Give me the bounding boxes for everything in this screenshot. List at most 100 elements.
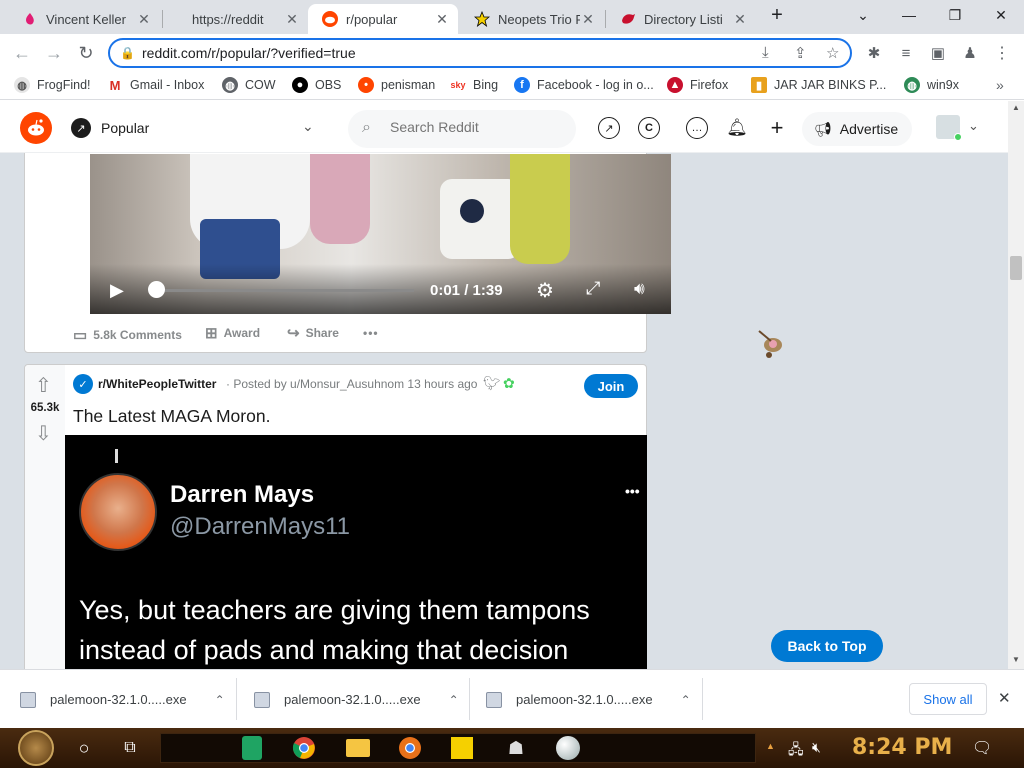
forward-icon[interactable]: → <box>42 41 66 65</box>
bookmark-facebook[interactable]: f Facebook - log in o... <box>514 77 654 93</box>
download-item[interactable]: palemoon-32.1.0.....exe ⌃ <box>20 670 225 729</box>
popular-arrow-icon[interactable]: ↗ <box>598 117 620 139</box>
scroll-down-arrow-icon[interactable]: ▼ <box>1012 655 1020 664</box>
user-avatar[interactable] <box>936 115 962 141</box>
close-icon[interactable]: ✕ <box>136 11 152 28</box>
app-sphere-icon[interactable] <box>552 732 584 764</box>
volume-muted-icon[interactable]: 🔇︎ <box>812 739 821 756</box>
taskbar-clock[interactable]: 8:24 PM <box>852 735 952 760</box>
app-icon[interactable]: ☗ <box>500 732 532 764</box>
scroll-up-arrow-icon[interactable]: ▲ <box>1012 103 1020 112</box>
restore-icon[interactable]: ❐ <box>932 0 978 30</box>
video-player[interactable]: ▶ 0:01 / 1:39 ⚙ ⤢ 🔊︎ <box>90 154 671 314</box>
post-title[interactable]: The Latest MAGA Moron. <box>73 406 270 427</box>
reddit-search[interactable]: ⌕ <box>348 110 576 148</box>
video-progress-track[interactable] <box>156 289 414 292</box>
close-icon[interactable]: ✕ <box>732 11 748 28</box>
share-button[interactable]: ↪ Share <box>287 324 339 342</box>
join-button[interactable]: Join <box>584 374 638 398</box>
chrome-variant-app-icon[interactable] <box>394 732 426 764</box>
profile-icon[interactable]: ♟ <box>958 41 982 65</box>
task-view-icon[interactable]: ⧉ <box>114 732 146 764</box>
advertise-button[interactable]: 📢︎ Advertise <box>802 112 912 146</box>
subreddit-link[interactable]: r/WhitePeopleTwitter <box>98 377 216 391</box>
award-button[interactable]: ⊞ Award <box>205 324 260 342</box>
back-icon[interactable]: ← <box>10 41 34 65</box>
video-post-card[interactable]: ▶ 0:01 / 1:39 ⚙ ⤢ 🔊︎ ▭ 5.8k Comments ⊞ Awa… <box>24 153 671 353</box>
install-icon[interactable]: ⤓ <box>762 44 769 61</box>
chevron-up-icon[interactable]: ⌃ <box>681 693 691 707</box>
chat-icon[interactable]: … <box>686 117 708 139</box>
reload-icon[interactable]: ↻ <box>74 41 98 65</box>
subreddit-icon[interactable]: ✓ <box>73 374 93 394</box>
close-icon[interactable]: ✕ <box>284 11 300 28</box>
search-input[interactable] <box>390 119 560 135</box>
more-options-icon[interactable]: ••• <box>363 326 379 340</box>
reddit-logo-icon[interactable] <box>20 112 52 144</box>
show-all-button[interactable]: Show all <box>909 683 987 715</box>
notifications-bell-icon[interactable]: 🔔︎ <box>726 117 748 139</box>
notifications-icon[interactable]: 🗨 <box>972 738 992 758</box>
tab-1[interactable]: Vincent Keller ✕ <box>8 4 160 34</box>
comments-button[interactable]: ▭ 5.8k Comments <box>73 326 182 344</box>
minimize-icon[interactable]: — <box>886 0 932 30</box>
bookmark-penisman[interactable]: • penisman <box>358 77 435 93</box>
bookmark-firefox[interactable]: ▲ Firefox <box>667 77 728 93</box>
downloads-close-icon[interactable]: ✕ <box>998 689 1011 707</box>
download-item[interactable]: palemoon-32.1.0.....exe ⌃ <box>486 670 691 729</box>
coins-icon[interactable]: C <box>638 117 660 139</box>
side-panel-icon[interactable]: ▣ <box>926 41 950 65</box>
bookmark-win9x[interactable]: ◍ win9x <box>904 77 959 93</box>
bookmark-gmail[interactable]: M Gmail - Inbox <box>107 77 204 93</box>
chevron-up-icon[interactable]: ⌃ <box>449 693 459 707</box>
video-progress-handle[interactable] <box>148 281 165 298</box>
menu-kebab-icon[interactable]: ⋮ <box>990 41 1014 65</box>
volume-icon[interactable]: 🔊︎ <box>634 279 645 299</box>
tab-5[interactable]: Directory Listi ✕ <box>606 4 756 34</box>
downvote-icon[interactable]: ⇩ <box>35 421 52 446</box>
chrome-app-icon[interactable] <box>288 732 320 764</box>
sheets-app-icon[interactable] <box>236 732 268 764</box>
share-icon[interactable]: ⇪ <box>794 44 807 62</box>
user-menu-chevron-icon[interactable]: ⌄ <box>968 118 979 134</box>
sticky-notes-icon[interactable] <box>446 732 478 764</box>
bookmark-obs[interactable]: ● OBS <box>292 77 341 93</box>
post-card[interactable]: ⇧ 65.3k ⇩ ✓ r/WhitePeopleTwitter · Poste… <box>24 364 647 669</box>
extensions-icon[interactable]: ✱ <box>862 41 886 65</box>
back-to-top-button[interactable]: Back to Top <box>771 630 883 662</box>
tray-chevron-icon[interactable]: ▲ <box>766 741 775 751</box>
bookmarks-overflow-icon[interactable]: » <box>996 77 1004 93</box>
bookmark-bing[interactable]: sky Bing <box>450 77 498 93</box>
create-post-plus-icon[interactable]: + <box>766 115 788 140</box>
file-explorer-icon[interactable] <box>342 732 374 764</box>
tab-4[interactable]: Neopets Trio F ✕ <box>460 4 604 34</box>
popular-trend-icon: ↗ <box>71 118 91 138</box>
upvote-icon[interactable]: ⇧ <box>35 373 52 398</box>
window-close-icon[interactable]: ✕ <box>978 0 1024 30</box>
cortana-circle-icon[interactable]: ○ <box>68 732 100 764</box>
tab-3-active[interactable]: r/popular ✕ <box>308 4 458 34</box>
close-icon[interactable]: ✕ <box>580 11 596 28</box>
chevron-up-icon[interactable]: ⌃ <box>215 693 225 707</box>
bookmark-jarjar[interactable]: ▮ JAR JAR BINKS P... <box>751 77 886 93</box>
chevron-down-icon[interactable]: ⌄ <box>302 118 314 135</box>
fullscreen-icon[interactable]: ⤢ <box>586 278 600 299</box>
play-icon[interactable]: ▶ <box>110 280 124 301</box>
download-item[interactable]: palemoon-32.1.0.....exe ⌃ <box>254 670 459 729</box>
feed-selector-label[interactable]: Popular <box>101 120 149 136</box>
bookmark-frogfind[interactable]: ◍ FrogFind! <box>14 77 91 93</box>
new-tab-icon[interactable]: + <box>762 0 792 30</box>
media-control-icon[interactable]: ≡ <box>894 41 918 65</box>
page-scrollbar[interactable]: ▲ ▼ <box>1008 101 1024 669</box>
post-image-tweet[interactable]: Darren Mays @DarrenMays11 ••• Yes, but t… <box>65 435 647 669</box>
scrollbar-thumb[interactable] <box>1010 256 1022 280</box>
address-bar[interactable]: 🔒 reddit.com/r/popular/?verified=true ⤓ … <box>108 38 852 68</box>
tab-2[interactable]: https://reddit ✕ <box>164 4 308 34</box>
close-icon[interactable]: ✕ <box>434 11 450 28</box>
start-button[interactable] <box>18 730 54 766</box>
settings-gear-icon[interactable]: ⚙ <box>536 278 554 303</box>
tab-search-chevron-icon[interactable]: ⌄ <box>840 0 886 30</box>
network-icon[interactable]: 🖧 <box>788 739 804 763</box>
bookmark-cow[interactable]: ◍ COW <box>222 77 276 93</box>
bookmark-star-icon[interactable]: ☆ <box>826 44 839 62</box>
